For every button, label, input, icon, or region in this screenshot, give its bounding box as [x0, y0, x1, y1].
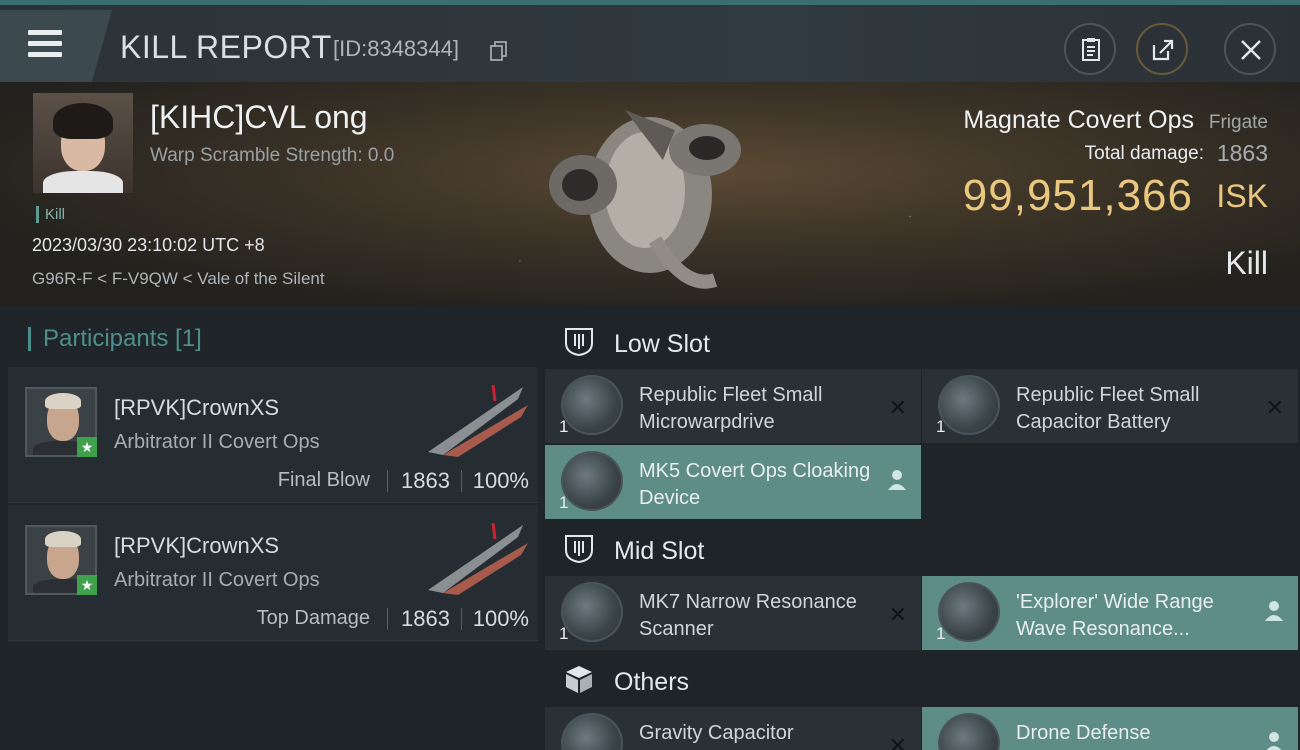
- module-qty: 1: [559, 624, 569, 643]
- menu-button[interactable]: [0, 10, 112, 82]
- report-id: [ID:8348344]: [333, 36, 459, 61]
- participant-role: Top Damage: [256, 607, 370, 629]
- slot-icon: [565, 328, 593, 357]
- gravity-capacitor-icon: [561, 713, 623, 750]
- module-name: Gravity Capacitor: [639, 722, 794, 744]
- module-qty: 1: [936, 417, 946, 436]
- mid-slot-header: Mid Slot: [545, 517, 1300, 579]
- module-name: MK5 Covert Ops Cloaking Device: [639, 460, 871, 509]
- victim-avatar[interactable]: [33, 93, 133, 193]
- module-item[interactable]: 1 Gravity Capacitor ✕: [545, 707, 921, 750]
- page-title: KILL REPORT: [120, 29, 332, 65]
- module-item[interactable]: 1 MK7 Narrow Resonance Scanner ✕: [545, 576, 921, 650]
- participant-name: [RPVK]CrownXS: [114, 395, 280, 420]
- kill-datetime: 2023/03/30 23:10:02 UTC +8: [32, 235, 265, 255]
- resonance-scanner-icon: [561, 582, 623, 642]
- others-header: Others: [545, 648, 1300, 710]
- clipboard-icon: [1082, 38, 1100, 61]
- slot-icon: [565, 535, 593, 564]
- participant-damage: 1863: [401, 606, 450, 631]
- person-icon: [1266, 732, 1282, 750]
- victim-ship-image: [549, 110, 741, 289]
- share-button[interactable]: [1136, 23, 1188, 75]
- drone-defense-icon: [938, 713, 1000, 750]
- cloaking-device-icon: [561, 451, 623, 511]
- isk-unit: ISK: [1216, 178, 1268, 214]
- participant-damage: 1863: [401, 468, 450, 493]
- participant-ship-image: [428, 384, 528, 457]
- kill-tag: Kill: [36, 206, 65, 223]
- share-icon: [1152, 39, 1174, 61]
- module-qty: 1: [936, 624, 946, 643]
- header-bar: KILL REPORT [ID:8348344]: [0, 0, 1300, 82]
- module-item[interactable]: 1 Drone Defense: [922, 707, 1298, 750]
- x-icon: ✕: [888, 395, 907, 420]
- result-label: Kill: [1225, 245, 1268, 281]
- low-slot-header: Low Slot: [545, 310, 1300, 372]
- module-item[interactable]: 1 MK5 Covert Ops Cloaking Device: [545, 445, 921, 519]
- module-name: MK7 Narrow Resonance Scanner: [639, 591, 857, 640]
- capacitor-battery-icon: [938, 375, 1000, 435]
- hamburger-icon: [28, 30, 62, 58]
- close-icon: [1241, 40, 1261, 60]
- x-icon: ✕: [888, 602, 907, 627]
- person-icon: [1265, 601, 1283, 621]
- participant-percent: 100%: [472, 468, 529, 493]
- copy-icon[interactable]: [490, 41, 508, 61]
- modules-panel: Low Slot 1 Republic Fleet Small Microwar…: [545, 306, 1300, 750]
- participant-card[interactable]: ★ [RPVK]CrownXS Arbitrator II Covert Ops…: [8, 367, 538, 503]
- module-qty: 1: [559, 493, 569, 512]
- total-damage-value: 1863: [1216, 140, 1268, 166]
- module-name: Drone Defense: [1016, 722, 1151, 744]
- clipboard-button[interactable]: [1064, 23, 1116, 75]
- warp-scramble-strength: Warp Scramble Strength: 0.0: [150, 145, 395, 166]
- x-icon: ✕: [888, 733, 907, 750]
- participants-title[interactable]: Participants [1]: [28, 327, 202, 351]
- cube-icon: [566, 666, 592, 693]
- module-item[interactable]: 1 Republic Fleet Small Capacitor Battery…: [922, 369, 1298, 443]
- x-icon: ✕: [1265, 395, 1284, 420]
- module-name: Republic Fleet Small Microwarpdrive: [639, 384, 823, 433]
- star-icon: ★: [77, 437, 97, 457]
- star-icon: ★: [77, 575, 97, 595]
- victim-name[interactable]: [KIHC]CVL ong: [150, 99, 368, 136]
- participant-name: [RPVK]CrownXS: [114, 533, 280, 558]
- wave-resonance-icon: [938, 582, 1000, 642]
- victim-ship-name[interactable]: Magnate Covert Ops: [963, 106, 1194, 135]
- participant-role: Final Blow: [277, 469, 370, 491]
- participant-ship: Arbitrator II Covert Ops: [114, 569, 320, 591]
- module-qty: 1: [559, 417, 569, 436]
- module-name: Republic Fleet Small Capacitor Battery: [1016, 384, 1200, 433]
- microwarpdrive-icon: [561, 375, 623, 435]
- participants-panel: Participants [1] ★ [RPVK]CrownXS Arbitra…: [0, 306, 545, 750]
- isk-value: 99,951,366: [962, 171, 1193, 220]
- victim-ship-class: Frigate: [1208, 112, 1268, 133]
- others-label: Others: [614, 668, 690, 696]
- module-item[interactable]: 1 'Explorer' Wide Range Wave Resonance..…: [922, 576, 1298, 650]
- kill-location: G96R-F < F-V9QW < Vale of the Silent: [32, 269, 325, 288]
- low-slot-label: Low Slot: [614, 330, 710, 358]
- close-button[interactable]: [1224, 23, 1276, 75]
- participant-card[interactable]: ★ [RPVK]CrownXS Arbitrator II Covert Ops…: [8, 505, 538, 641]
- person-icon: [888, 470, 906, 490]
- total-damage-label: Total damage:: [1084, 143, 1204, 164]
- participant-ship: Arbitrator II Covert Ops: [114, 431, 320, 453]
- module-item[interactable]: 1 Republic Fleet Small Microwarpdrive ✕: [545, 369, 921, 443]
- participant-percent: 100%: [472, 606, 529, 631]
- mid-slot-label: Mid Slot: [614, 537, 705, 565]
- participant-ship-image: [428, 522, 528, 595]
- victim-banner: [KIHC]CVL ong Warp Scramble Strength: 0.…: [0, 82, 1300, 306]
- module-name: 'Explorer' Wide Range Wave Resonance...: [1016, 591, 1214, 640]
